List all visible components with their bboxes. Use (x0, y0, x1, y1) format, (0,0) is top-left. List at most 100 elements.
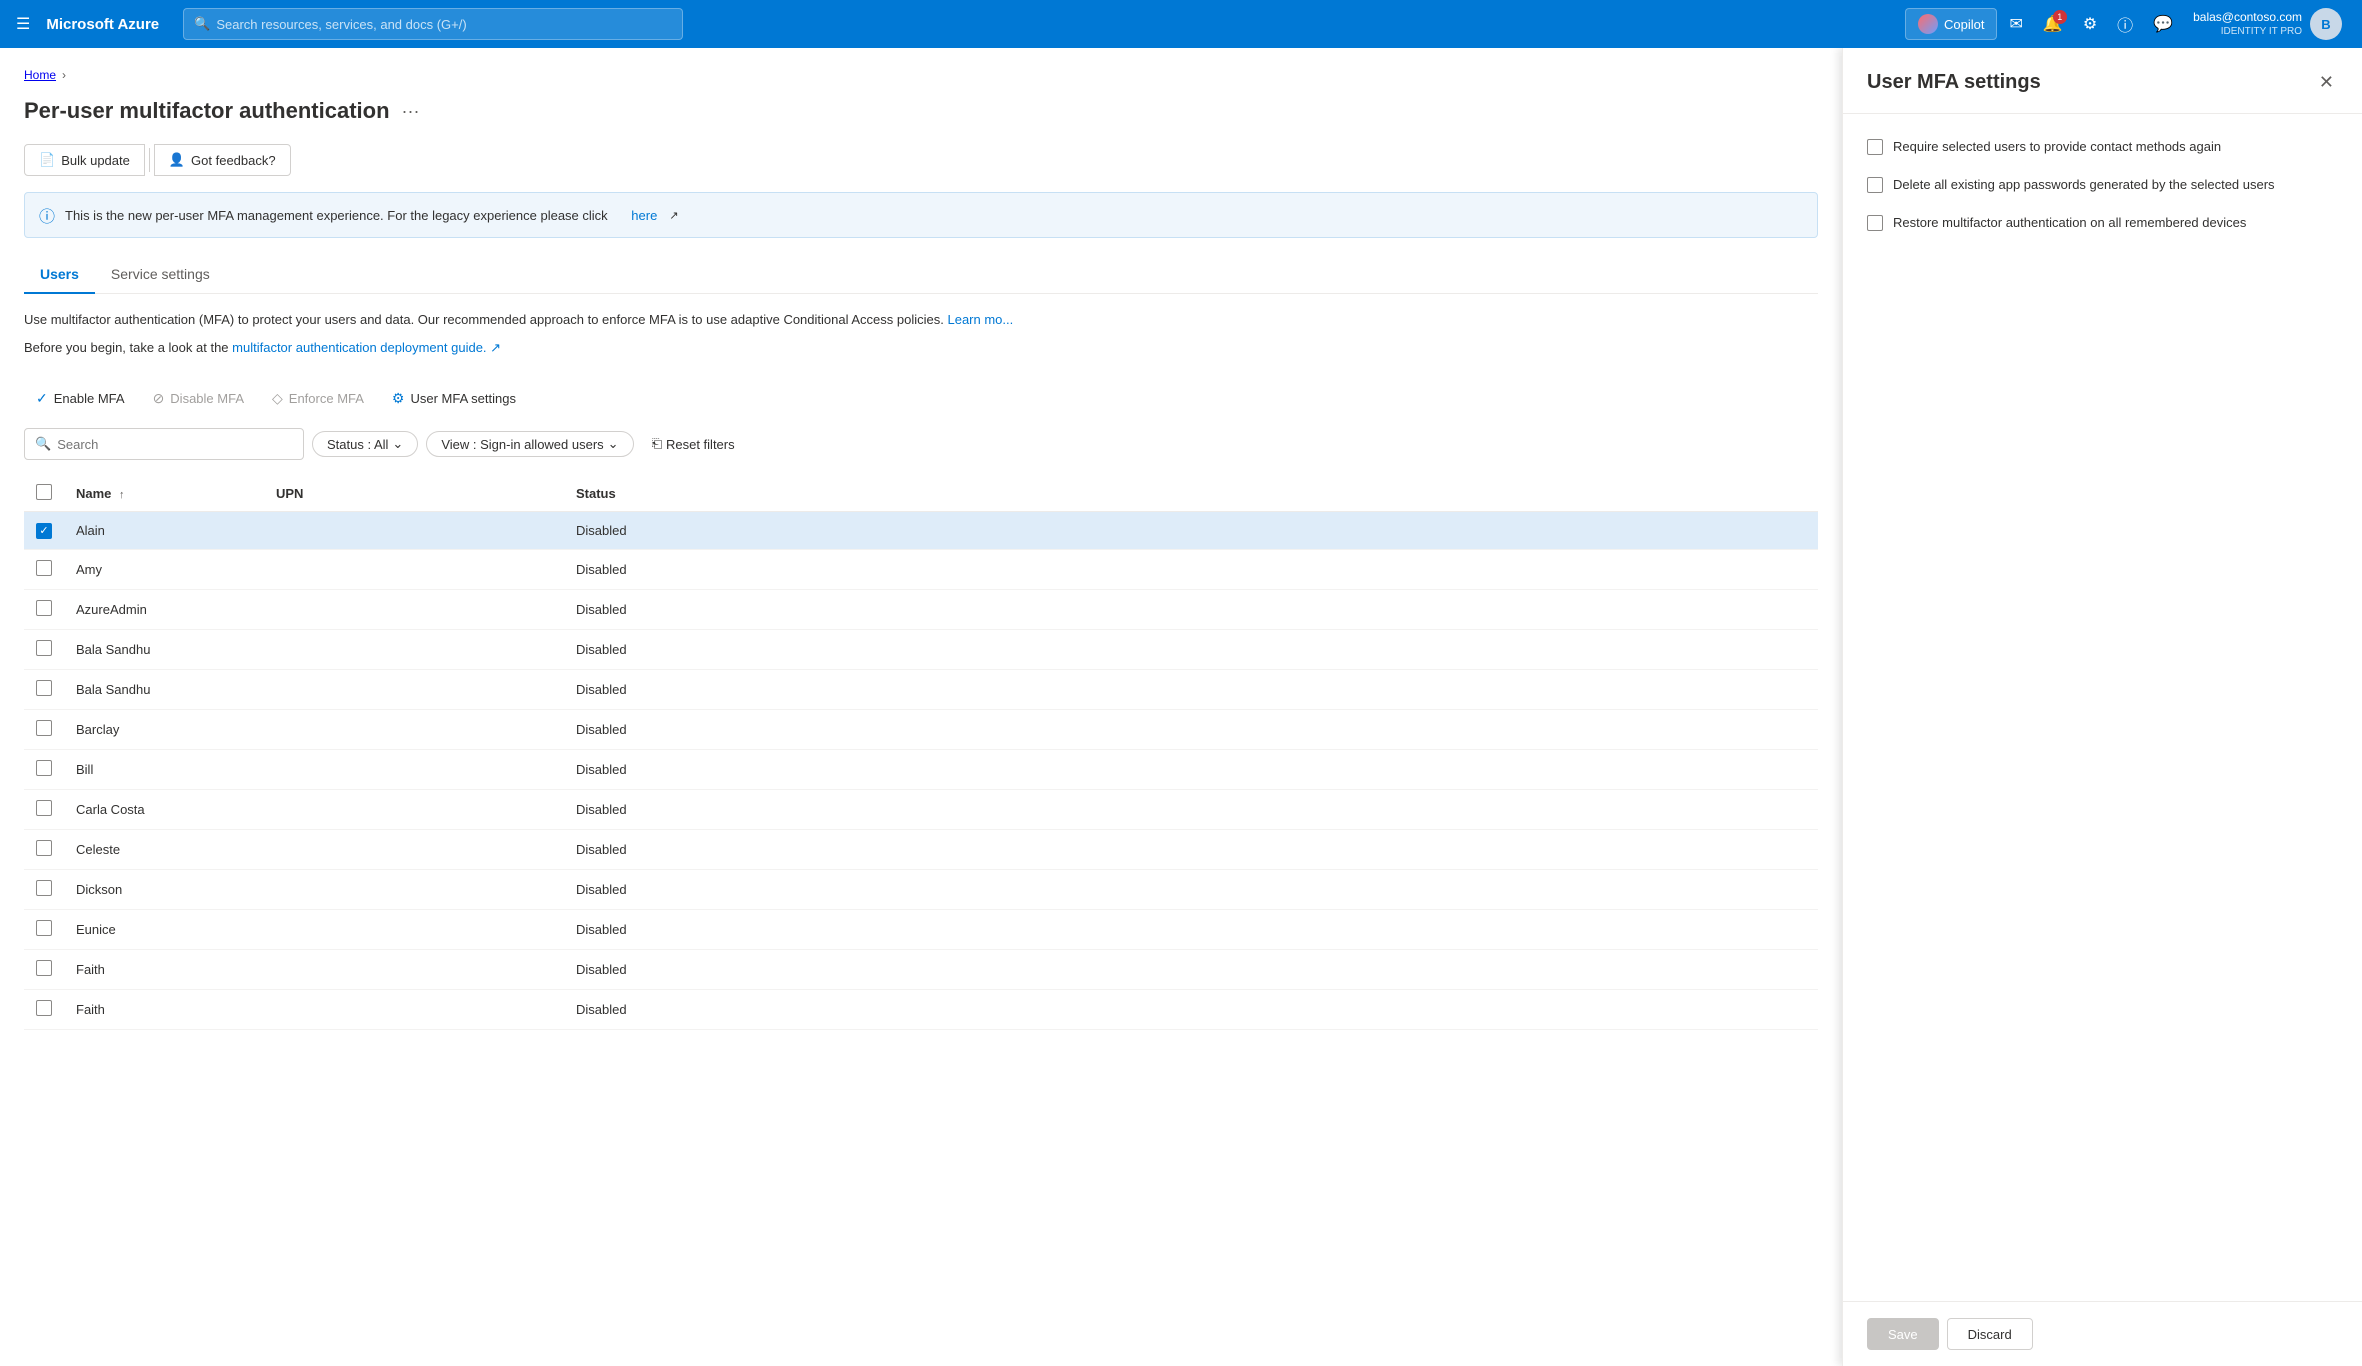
title-more-button[interactable]: ··· (402, 101, 420, 122)
help-icon[interactable]: ⓘ (2109, 4, 2141, 44)
info-banner-text: This is the new per-user MFA management … (65, 208, 608, 223)
tab-service-settings-label: Service settings (111, 266, 210, 282)
row-name: Faith (64, 989, 264, 1029)
view-filter-button[interactable]: View : Sign-in allowed users ⌄ (426, 431, 633, 457)
table-row[interactable]: Celeste Disabled (24, 829, 1818, 869)
row-checkbox[interactable] (36, 560, 52, 576)
bulk-update-label: Bulk update (61, 153, 130, 168)
row-status: Disabled (564, 512, 1818, 550)
user-avatar[interactable]: B (2310, 8, 2342, 40)
search-box[interactable]: 🔍 (24, 428, 304, 460)
row-checkbox[interactable] (36, 840, 52, 856)
table-row[interactable]: Amy Disabled (24, 549, 1818, 589)
info-banner-link[interactable]: here (631, 208, 657, 223)
row-checkbox[interactable] (36, 680, 52, 696)
external-link-icon: ↗ (669, 209, 678, 222)
panel-option-checkbox-require-contact[interactable] (1867, 139, 1883, 155)
table-row[interactable]: Dickson Disabled (24, 869, 1818, 909)
toolbar: 📄 Bulk update 👤 Got feedback? (24, 144, 1818, 176)
tab-users-label: Users (40, 266, 79, 282)
feedback-icon[interactable]: 💬 (2145, 6, 2181, 42)
table-row[interactable]: Carla Costa Disabled (24, 789, 1818, 829)
select-all-checkbox[interactable] (36, 484, 52, 500)
row-upn (264, 709, 564, 749)
reset-filters-button[interactable]: ⎗ Reset filters (642, 432, 745, 456)
notifications-icon[interactable]: 🔔 1 (2035, 6, 2071, 42)
col-header-status[interactable]: Status (564, 476, 1818, 512)
global-search-box[interactable]: 🔍 (183, 8, 683, 40)
feedback-label: Got feedback? (191, 153, 276, 168)
table-row[interactable]: Eunice Disabled (24, 909, 1818, 949)
row-checkbox[interactable] (36, 600, 52, 616)
panel-option-label-restore-mfa: Restore multifactor authentication on al… (1893, 214, 2246, 232)
table-row[interactable]: Barclay Disabled (24, 709, 1818, 749)
row-status: Disabled (564, 629, 1818, 669)
enable-mfa-button[interactable]: ✓ Enable MFA (24, 385, 137, 412)
row-checkbox[interactable] (36, 760, 52, 776)
discard-button[interactable]: Discard (1947, 1318, 2033, 1350)
copilot-button[interactable]: Copilot (1905, 8, 1997, 40)
email-icon[interactable]: ✉ (2001, 6, 2030, 42)
row-name: Bill (64, 749, 264, 789)
user-mfa-settings-button[interactable]: ⚙ User MFA settings (380, 385, 528, 412)
row-upn (264, 989, 564, 1029)
breadcrumb-home[interactable]: Home (24, 68, 56, 82)
row-name: Eunice (64, 909, 264, 949)
row-name: Bala Sandhu (64, 629, 264, 669)
row-checkbox[interactable] (36, 800, 52, 816)
table-row[interactable]: Bala Sandhu Disabled (24, 669, 1818, 709)
row-name: Celeste (64, 829, 264, 869)
row-name: Faith (64, 949, 264, 989)
row-name: Bala Sandhu (64, 669, 264, 709)
feedback-button[interactable]: 👤 Got feedback? (154, 144, 291, 176)
row-checkbox[interactable] (36, 523, 52, 539)
view-filter-chevron: ⌄ (608, 436, 619, 452)
row-checkbox[interactable] (36, 960, 52, 976)
feedback-icon-toolbar: 👤 (169, 152, 185, 168)
bulk-update-icon: 📄 (39, 152, 55, 168)
settings-icon[interactable]: ⚙ (2075, 6, 2105, 42)
row-checkbox[interactable] (36, 640, 52, 656)
row-checkbox[interactable] (36, 1000, 52, 1016)
panel-option-checkbox-restore-mfa[interactable] (1867, 215, 1883, 231)
table-row[interactable]: Faith Disabled (24, 989, 1818, 1029)
table-row[interactable]: AzureAdmin Disabled (24, 589, 1818, 629)
disable-mfa-button[interactable]: ⊘ Disable MFA (141, 385, 256, 412)
save-button[interactable]: Save (1867, 1318, 1939, 1350)
row-upn (264, 549, 564, 589)
col-header-upn[interactable]: UPN (264, 476, 564, 512)
row-checkbox[interactable] (36, 880, 52, 896)
row-checkbox[interactable] (36, 920, 52, 936)
row-upn (264, 949, 564, 989)
table-row[interactable]: Alain Disabled (24, 512, 1818, 550)
tab-service-settings[interactable]: Service settings (95, 258, 226, 294)
global-search-input[interactable] (216, 17, 672, 32)
enable-mfa-label: Enable MFA (54, 391, 125, 406)
search-icon: 🔍 (194, 16, 210, 32)
reset-filters-icon: ⎗ (652, 436, 662, 452)
enforce-mfa-button[interactable]: ◇ Enforce MFA (260, 385, 376, 412)
tab-users[interactable]: Users (24, 258, 95, 294)
sort-name-icon: ↑ (119, 489, 125, 501)
panel-option-checkbox-delete-passwords[interactable] (1867, 177, 1883, 193)
table-row[interactable]: Faith Disabled (24, 949, 1818, 989)
bulk-update-button[interactable]: 📄 Bulk update (24, 144, 145, 176)
row-checkbox[interactable] (36, 720, 52, 736)
search-input[interactable] (57, 437, 293, 452)
table-row[interactable]: Bala Sandhu Disabled (24, 629, 1818, 669)
user-mfa-settings-label: User MFA settings (410, 391, 515, 406)
row-status: Disabled (564, 789, 1818, 829)
guide-link[interactable]: multifactor authentication deployment gu… (232, 338, 501, 358)
row-upn (264, 629, 564, 669)
hamburger-menu[interactable]: ☰ (12, 10, 34, 38)
topnav-right-section: Copilot ✉ 🔔 1 ⚙ ⓘ 💬 balas@contoso.com ID… (1905, 4, 2350, 44)
status-filter-button[interactable]: Status : All ⌄ (312, 431, 418, 457)
row-name: Dickson (64, 869, 264, 909)
row-name: Amy (64, 549, 264, 589)
table-row[interactable]: Bill Disabled (24, 749, 1818, 789)
col-header-name[interactable]: Name ↑ (64, 476, 264, 512)
learn-more-link[interactable]: Learn mo... (947, 312, 1013, 327)
panel-close-button[interactable]: ✕ (2315, 68, 2338, 97)
guide-text: Before you begin, take a look at the mul… (24, 338, 1818, 374)
user-profile-section[interactable]: balas@contoso.com IDENTITY IT PRO B (2185, 4, 2350, 44)
